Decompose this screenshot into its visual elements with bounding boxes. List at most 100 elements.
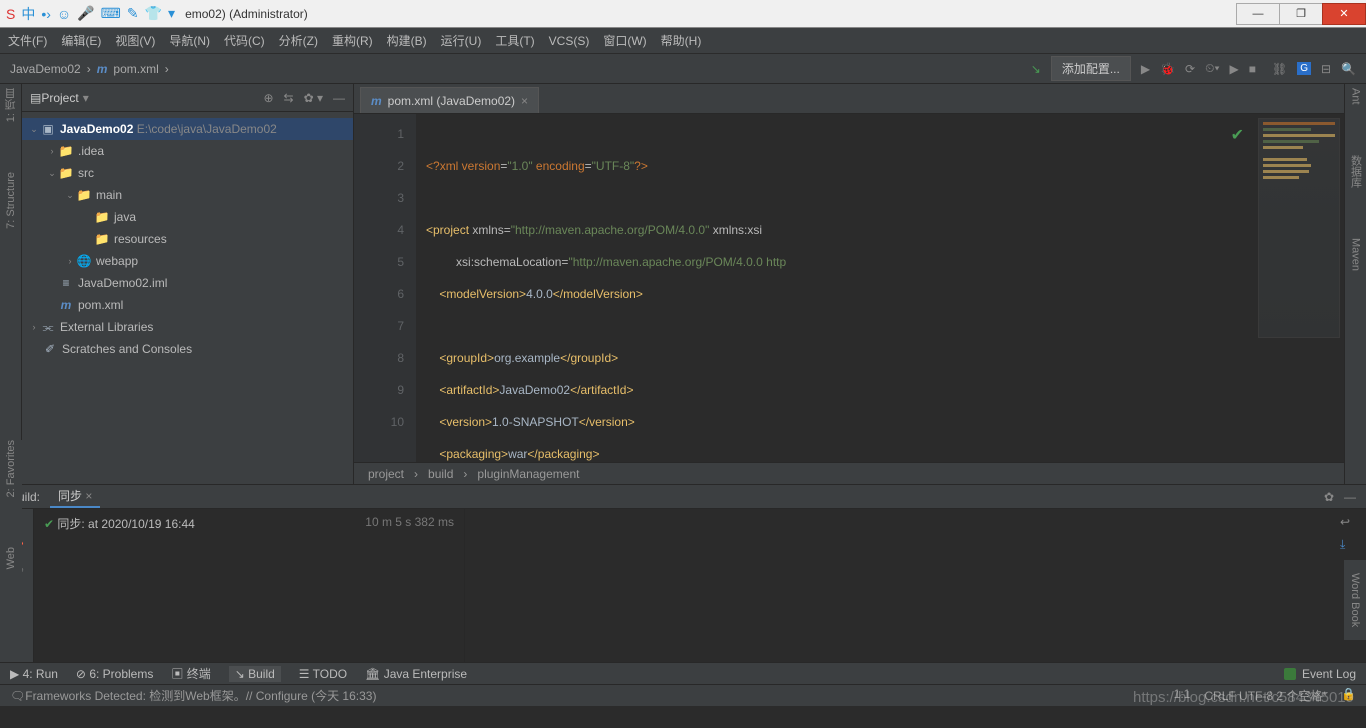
soft-wrap-icon[interactable]: ↩ — [1340, 515, 1360, 529]
menu-analyze[interactable]: 分析(Z) — [279, 32, 318, 49]
tree-scratches[interactable]: ✐Scratches and Consoles — [22, 338, 353, 360]
ime-punct-icon[interactable]: •› — [41, 6, 51, 22]
tool-run[interactable]: ▶ 4: Run — [10, 667, 58, 681]
code-content[interactable]: <?xml version="1.0" encoding="UTF-8"?> <… — [416, 114, 1344, 462]
run-icon[interactable]: ▶ — [1141, 62, 1150, 76]
sogou-icon[interactable]: S — [6, 6, 15, 22]
project-tool-window: ▤ Project ▾ ⊕ ⇆ ✿ ▾ — ⌄▣ JavaDemo02 E:\c… — [22, 84, 354, 484]
attach-icon[interactable]: ▶ — [1229, 62, 1238, 76]
tool-maven[interactable]: Maven — [1350, 238, 1362, 271]
bottom-tool-bar: ▶ 4: Run ⊘ 6: Problems ▣ 终端 ↘ Build ☰ TO… — [0, 662, 1366, 684]
menu-help[interactable]: 帮助(H) — [661, 32, 702, 49]
tree-item[interactable]: mpom.xml — [22, 294, 353, 316]
editor-breadcrumb: project› build› pluginManagement — [354, 462, 1344, 484]
menu-code[interactable]: 代码(C) — [224, 32, 265, 49]
menu-run[interactable]: 运行(U) — [441, 32, 482, 49]
menu-vcs[interactable]: VCS(S) — [549, 34, 590, 48]
tool-project[interactable]: 1: 项目 — [3, 88, 19, 122]
tab-close-icon[interactable]: × — [521, 94, 528, 108]
tree-item[interactable]: ≡JavaDemo02.iml — [22, 272, 353, 294]
tree-item[interactable]: ⌄📁src — [22, 162, 353, 184]
maximize-button[interactable]: ❐ — [1279, 3, 1323, 25]
tool-terminal[interactable]: ▣ 终端 — [171, 665, 210, 682]
menu-edit[interactable]: 编辑(E) — [61, 32, 101, 49]
ide-settings-icon[interactable]: ⊟ — [1321, 62, 1331, 76]
build-sync-row[interactable]: 同步: at 2020/10/19 16:44 — [44, 515, 195, 532]
crumb-build[interactable]: build — [428, 467, 453, 481]
editor-tab-pom[interactable]: m pom.xml (JavaDemo02) × — [360, 87, 539, 113]
menu-view[interactable]: 视图(V) — [115, 32, 155, 49]
debug-icon[interactable]: 🐞 — [1160, 62, 1175, 76]
menu-file[interactable]: 文件(F) — [8, 32, 47, 49]
build-tree[interactable]: 同步: at 2020/10/19 16:44 10 m 5 s 382 ms — [34, 509, 464, 662]
breadcrumb: JavaDemo02› m pom.xml› — [10, 62, 169, 76]
watermark-text: https://blog.csdn.net/c584345019 — [1133, 689, 1354, 706]
stop-icon[interactable]: ■ — [1249, 62, 1256, 76]
ime-shirt-icon[interactable]: 👕 — [145, 5, 162, 22]
menu-nav[interactable]: 导航(N) — [169, 32, 210, 49]
build-hammer-icon[interactable]: ↘ — [1031, 62, 1041, 76]
ime-kbd-icon[interactable]: ⌨ — [101, 5, 121, 22]
minimize-button[interactable]: — — [1236, 3, 1280, 25]
menu-refactor[interactable]: 重构(R) — [332, 32, 373, 49]
menu-build[interactable]: 构建(B) — [387, 32, 427, 49]
menu-tools[interactable]: 工具(T) — [495, 32, 534, 49]
build-gear-icon[interactable]: ✿ — [1324, 490, 1334, 504]
hide-icon[interactable]: — — [333, 91, 345, 105]
bc-file[interactable]: pom.xml — [113, 62, 158, 76]
crumb-plugin[interactable]: pluginManagement — [477, 467, 579, 481]
crumb-project[interactable]: project — [368, 467, 404, 481]
tool-java-ee[interactable]: 🏛 Java Enterprise — [365, 667, 467, 681]
editor-area: m pom.xml (JavaDemo02) × 12345678910 <?x… — [354, 84, 1344, 484]
code-minimap[interactable] — [1258, 118, 1340, 338]
tree-item[interactable]: ›📁.idea — [22, 140, 353, 162]
status-notify-icon[interactable]: 🗨 — [10, 689, 25, 703]
gear-icon[interactable]: ✿ ▾ — [304, 91, 323, 105]
git-icon[interactable]: ⛓ — [1272, 62, 1287, 76]
close-button[interactable]: ✕ — [1322, 3, 1366, 25]
ime-tool-icon[interactable]: ✎ — [127, 5, 139, 22]
build-hide-icon[interactable]: — — [1344, 490, 1356, 504]
profile-icon[interactable]: ⏲▾ — [1205, 61, 1219, 76]
tree-root[interactable]: ⌄▣ JavaDemo02 E:\code\java\JavaDemo02 — [22, 118, 353, 140]
collapse-icon[interactable]: ⇆ — [284, 91, 294, 105]
tool-favorites[interactable]: 2: Favorites — [5, 440, 17, 497]
scroll-end-icon[interactable]: ⤓ — [1340, 537, 1360, 552]
project-view-label[interactable]: Project — [41, 91, 78, 105]
ime-emoji-icon[interactable]: ☺ — [57, 6, 71, 22]
search-everywhere-icon[interactable]: G — [1297, 62, 1311, 75]
locate-icon[interactable]: ⊕ — [263, 91, 273, 105]
tool-database[interactable]: 数据库 — [1348, 155, 1364, 188]
window-title: emo02) (Administrator) — [181, 7, 1237, 21]
inspection-ok-icon[interactable]: ✔ — [1231, 120, 1244, 152]
ime-mic-icon[interactable]: 🎤 — [77, 5, 94, 22]
build-duration: 10 m 5 s 382 ms — [365, 515, 454, 532]
tool-build[interactable]: ↘ Build — [229, 666, 281, 682]
tool-web[interactable]: Web — [5, 547, 17, 569]
menu-bar: 文件(F) 编辑(E) 视图(V) 导航(N) 代码(C) 分析(Z) 重构(R… — [0, 28, 1366, 54]
event-log-button[interactable]: Event Log — [1284, 667, 1356, 681]
project-tree[interactable]: ⌄▣ JavaDemo02 E:\code\java\JavaDemo02 ›📁… — [22, 112, 353, 366]
tool-todo[interactable]: ☰ TODO — [299, 667, 347, 681]
bc-project[interactable]: JavaDemo02 — [10, 62, 81, 76]
coverage-icon[interactable]: ⟳ — [1185, 62, 1195, 76]
tree-item[interactable]: 📁java — [22, 206, 353, 228]
tree-external-libs[interactable]: ›⫘External Libraries — [22, 316, 353, 338]
tree-item[interactable]: ›🌐webapp — [22, 250, 353, 272]
left-tool-strip: 1: 项目 7: Structure — [0, 84, 22, 484]
search-icon[interactable]: 🔍 — [1341, 62, 1356, 76]
right-tool-wordbook[interactable]: Word Book — [1344, 560, 1366, 640]
menu-window[interactable]: 窗口(W) — [603, 32, 646, 49]
tool-structure[interactable]: 7: Structure — [5, 172, 17, 229]
tree-item[interactable]: 📁resources — [22, 228, 353, 250]
tool-problems[interactable]: ⊘ 6: Problems — [76, 667, 153, 681]
ime-lang-icon[interactable]: 中 — [21, 4, 35, 24]
tool-ant[interactable]: Ant — [1350, 88, 1362, 105]
run-config-button[interactable]: 添加配置... — [1051, 56, 1131, 81]
status-message[interactable]: Frameworks Detected: 检测到Web框架。// Configu… — [25, 687, 376, 704]
build-tab-sync[interactable]: 同步 × — [50, 485, 100, 508]
build-tool-window: Build: 同步 × ✿ — ⟳ 📌 👁 同步: at 2020/10/19 … — [0, 484, 1366, 662]
tree-item[interactable]: ⌄📁main — [22, 184, 353, 206]
ime-menu-icon[interactable]: ▾ — [168, 5, 175, 22]
code-editor[interactable]: 12345678910 <?xml version="1.0" encoding… — [354, 114, 1344, 462]
